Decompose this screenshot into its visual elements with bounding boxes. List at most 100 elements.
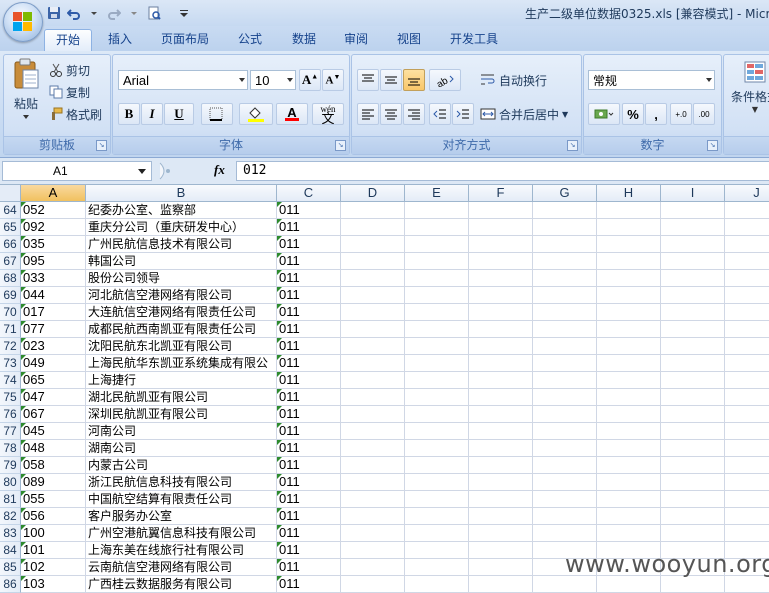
cell-empty[interactable] xyxy=(661,508,725,525)
cell-a[interactable]: 089 xyxy=(21,474,86,491)
cell-empty[interactable] xyxy=(597,389,661,406)
row-header[interactable]: 76 xyxy=(0,406,21,423)
bold-button[interactable]: B xyxy=(118,103,140,125)
cell-c[interactable]: 011 xyxy=(277,389,341,406)
align-top-button[interactable] xyxy=(357,69,379,91)
cell-empty[interactable] xyxy=(533,219,597,236)
cell-empty[interactable] xyxy=(469,474,533,491)
cell-c[interactable]: 011 xyxy=(277,355,341,372)
cell-c[interactable]: 011 xyxy=(277,457,341,474)
cell-empty[interactable] xyxy=(597,253,661,270)
cell-empty[interactable] xyxy=(533,202,597,219)
underline-button[interactable]: U xyxy=(164,103,194,125)
cut-button[interactable]: 剪切 xyxy=(49,60,90,80)
paste-button[interactable]: 粘贴 xyxy=(8,58,44,128)
cell-empty[interactable] xyxy=(405,423,469,440)
cell-c[interactable]: 011 xyxy=(277,304,341,321)
cell-empty[interactable] xyxy=(725,219,769,236)
cell-empty[interactable] xyxy=(341,304,405,321)
cell-c[interactable]: 011 xyxy=(277,491,341,508)
tab-review[interactable]: 审阅 xyxy=(334,29,378,50)
cell-empty[interactable] xyxy=(405,525,469,542)
row-header[interactable]: 69 xyxy=(0,287,21,304)
cell-empty[interactable] xyxy=(469,304,533,321)
cell-b[interactable]: 上海民航华东凯亚系统集成有限公 xyxy=(86,355,277,372)
cell-empty[interactable] xyxy=(341,389,405,406)
cell-b[interactable]: 客户服务办公室 xyxy=(86,508,277,525)
cell-empty[interactable] xyxy=(725,372,769,389)
cell-empty[interactable] xyxy=(725,406,769,423)
cell-empty[interactable] xyxy=(597,457,661,474)
cell-empty[interactable] xyxy=(661,525,725,542)
cell-empty[interactable] xyxy=(469,355,533,372)
cell-b[interactable]: 成都民航西南凯亚有限责任公司 xyxy=(86,321,277,338)
cell-empty[interactable] xyxy=(661,406,725,423)
cell-empty[interactable] xyxy=(725,253,769,270)
column-header-f[interactable]: F xyxy=(469,185,533,202)
cell-empty[interactable] xyxy=(597,219,661,236)
cell-empty[interactable] xyxy=(469,321,533,338)
cell-empty[interactable] xyxy=(469,576,533,593)
cell-empty[interactable] xyxy=(405,474,469,491)
cell-b[interactable]: 河北航信空港网络有限公司 xyxy=(86,287,277,304)
cell-empty[interactable] xyxy=(725,576,769,593)
cell-empty[interactable] xyxy=(469,457,533,474)
cell-empty[interactable] xyxy=(341,457,405,474)
cell-empty[interactable] xyxy=(661,474,725,491)
cell-a[interactable]: 092 xyxy=(21,219,86,236)
cell-empty[interactable] xyxy=(725,389,769,406)
row-header[interactable]: 66 xyxy=(0,236,21,253)
font-color-button[interactable]: A xyxy=(276,103,308,125)
cell-empty[interactable] xyxy=(469,491,533,508)
redo-dropdown-icon[interactable] xyxy=(126,5,142,21)
cell-empty[interactable] xyxy=(533,508,597,525)
cell-a[interactable]: 058 xyxy=(21,457,86,474)
cell-empty[interactable] xyxy=(469,287,533,304)
comma-button[interactable]: , xyxy=(645,103,667,125)
number-launcher-icon[interactable]: ↘ xyxy=(707,140,718,151)
cell-c[interactable]: 011 xyxy=(277,474,341,491)
conditional-format-dropdown-icon[interactable]: ▼ xyxy=(730,105,769,114)
font-name-dropdown-icon[interactable] xyxy=(239,78,245,82)
cell-empty[interactable] xyxy=(341,491,405,508)
row-header[interactable]: 86 xyxy=(0,576,21,593)
cell-empty[interactable] xyxy=(469,372,533,389)
cell-empty[interactable] xyxy=(661,372,725,389)
cell-empty[interactable] xyxy=(405,508,469,525)
column-header-i[interactable]: I xyxy=(661,185,725,202)
row-header[interactable]: 85 xyxy=(0,559,21,576)
cell-empty[interactable] xyxy=(725,525,769,542)
cell-b[interactable]: 湖北民航凯亚有限公司 xyxy=(86,389,277,406)
cell-empty[interactable] xyxy=(725,355,769,372)
cell-a[interactable]: 047 xyxy=(21,389,86,406)
cell-empty[interactable] xyxy=(725,474,769,491)
cell-c[interactable]: 011 xyxy=(277,559,341,576)
cell-empty[interactable] xyxy=(597,423,661,440)
cell-empty[interactable] xyxy=(661,321,725,338)
cell-c[interactable]: 011 xyxy=(277,525,341,542)
cell-empty[interactable] xyxy=(469,202,533,219)
cell-a[interactable]: 056 xyxy=(21,508,86,525)
cell-empty[interactable] xyxy=(341,321,405,338)
save-icon[interactable] xyxy=(46,5,62,21)
cell-empty[interactable] xyxy=(597,321,661,338)
cell-empty[interactable] xyxy=(341,576,405,593)
cell-c[interactable]: 011 xyxy=(277,372,341,389)
cell-empty[interactable] xyxy=(661,219,725,236)
cell-empty[interactable] xyxy=(469,542,533,559)
cell-b[interactable]: 重庆分公司（重庆研发中心） xyxy=(86,219,277,236)
cell-empty[interactable] xyxy=(405,355,469,372)
cell-empty[interactable] xyxy=(533,525,597,542)
row-header[interactable]: 79 xyxy=(0,457,21,474)
cell-a[interactable]: 044 xyxy=(21,287,86,304)
cell-empty[interactable] xyxy=(533,321,597,338)
cell-empty[interactable] xyxy=(341,508,405,525)
cell-empty[interactable] xyxy=(405,406,469,423)
cell-empty[interactable] xyxy=(405,321,469,338)
cell-empty[interactable] xyxy=(341,270,405,287)
cell-c[interactable]: 011 xyxy=(277,406,341,423)
decrease-indent-button[interactable] xyxy=(429,103,451,125)
cell-empty[interactable] xyxy=(597,508,661,525)
cell-empty[interactable] xyxy=(533,270,597,287)
cell-empty[interactable] xyxy=(725,338,769,355)
